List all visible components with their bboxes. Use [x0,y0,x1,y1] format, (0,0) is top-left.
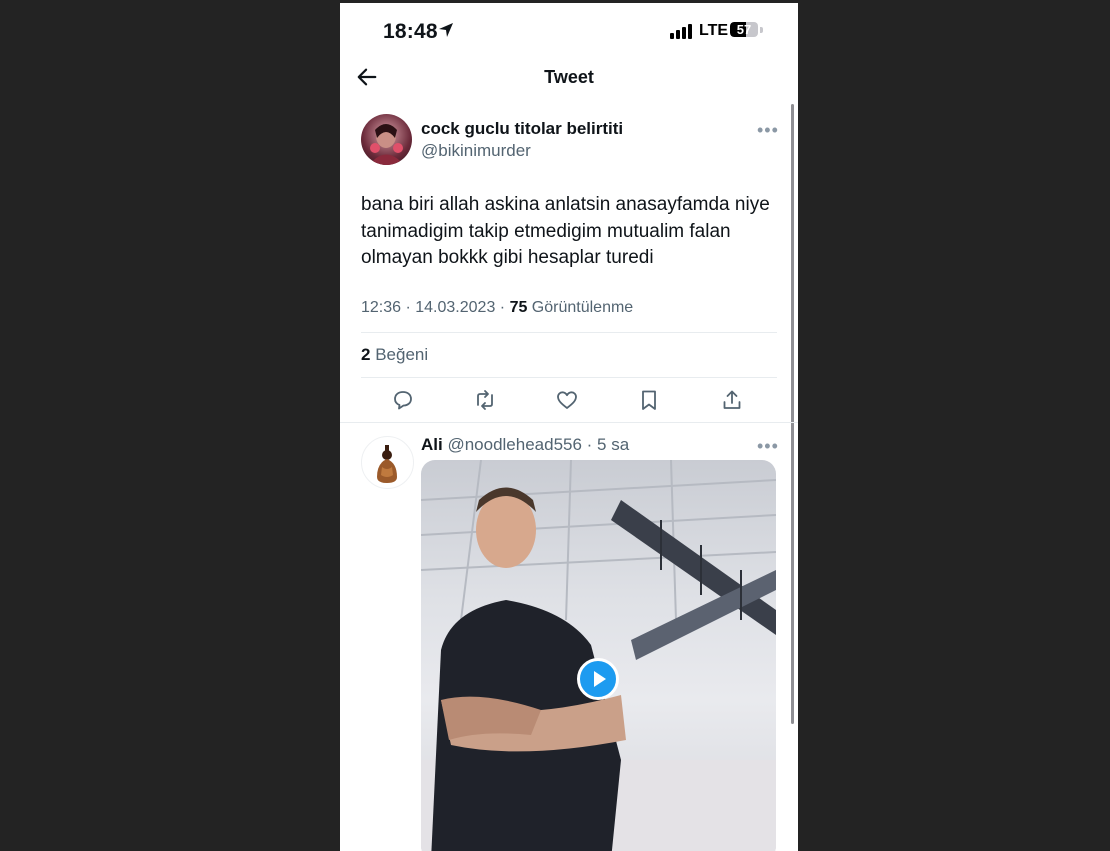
reply-author-handle[interactable]: @noodlehead556 · 5 sa [443,435,629,454]
network-type: LTE [699,22,729,39]
cellular-signal-icon [670,23,694,39]
more-options-icon[interactable]: ••• [757,121,778,139]
likes-summary[interactable]: 2 Beğeni [361,345,428,365]
page-title: Tweet [544,67,594,87]
phone-screen: 18:48 LTE 57 Tweet cock guclu titolar be… [340,3,798,851]
battery-cap [760,27,763,33]
divider [340,422,798,423]
divider [361,332,777,333]
status-time: 18:48 [383,20,438,43]
reply-header: Ali @noodlehead556 · 5 sa [421,435,629,455]
video-thumbnail [421,460,776,851]
author-handle[interactable]: @bikinimurder [421,141,531,161]
share-icon[interactable] [720,388,746,414]
reply-video-media[interactable] [421,460,776,851]
author-avatar[interactable] [361,114,412,165]
location-arrow-icon [439,23,453,37]
scrollbar[interactable] [791,104,794,724]
tweet-meta: 12:36 · 14.03.2023 · 75 Görüntülenme [361,299,633,317]
like-icon[interactable] [555,388,581,414]
reply-more-options-icon[interactable]: ••• [757,437,778,455]
retweet-icon[interactable] [473,388,499,414]
reply-author-name[interactable]: Ali [421,435,443,454]
play-icon[interactable] [577,658,619,700]
likes-label: Beğeni [370,345,429,364]
author-name[interactable]: cock guclu titolar belirtiti [421,119,623,139]
bookmark-icon[interactable] [637,388,663,414]
reply-icon[interactable] [391,388,417,414]
battery-icon: 57 [730,22,758,37]
tweet-timestamp: 12:36 · 14.03.2023 · [361,299,510,316]
reply-author-avatar[interactable] [361,436,414,489]
views-label: Görüntülenme [527,299,634,316]
battery-percent: 57 [736,22,752,37]
views-count[interactable]: 75 [510,299,528,316]
divider [361,377,777,378]
tweet-text: bana biri allah askina anlatsin anasayfa… [361,194,770,268]
